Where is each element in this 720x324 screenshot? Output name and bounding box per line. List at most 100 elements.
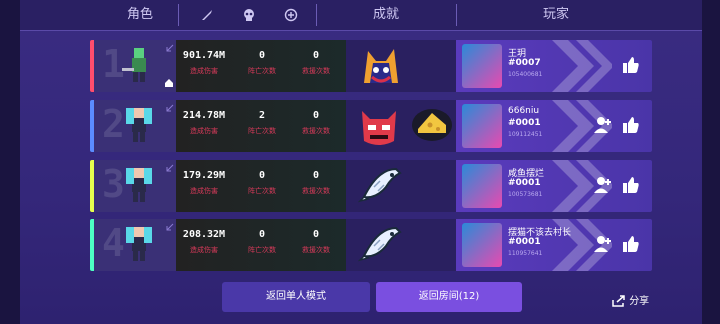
player-result-row: 4 208.32M 造成伤害 0 阵亡次数 0 救援次数 摆猫不该去村长 #0001 110957… [90,219,652,271]
return-single-mode-button[interactable]: 返回单人模式 [222,282,370,312]
avatar[interactable] [462,164,502,208]
devil-badge-icon [362,111,396,145]
plus-circle-icon[interactable] [284,8,298,22]
wolf-badge-icon [364,49,398,83]
stats-panel: 214.78M 造成伤害 2 阵亡次数 0 救援次数 [176,100,346,152]
player-card[interactable]: 王玥 #0007 105400681 [456,40,652,92]
player-uid: 109112451 [508,131,543,138]
add-friend-icon[interactable] [594,235,612,253]
chevron-decoration [552,40,612,92]
achievement-fish-badge[interactable] [357,222,404,266]
rescues-label: 救援次数 [302,187,330,195]
rescues-value: 0 [312,50,320,61]
thumbs-up-icon[interactable] [622,56,640,74]
player-uid: 100573681 [508,191,543,198]
character-portrait[interactable]: 1 [94,40,176,92]
damage-value: 179.29M [182,170,226,181]
thumbs-up-icon[interactable] [622,235,640,253]
achievements-panel [346,219,456,271]
results-header: 角色 成就 玩家 [20,0,702,31]
corner-arrow-icon [166,44,174,52]
damage-label: 造成伤害 [190,127,218,135]
header-player: 玩家 [542,7,569,22]
share-button[interactable]: 分享 [612,292,649,307]
player-name: 666niu [508,106,540,116]
avatar[interactable] [462,104,502,148]
deaths-value: 2 [258,110,266,121]
cheese-badge-icon [412,109,452,141]
header-divider [316,4,317,26]
player-result-row: 3 179.29M 造成伤害 0 阵亡次数 0 救援次数 咸鱼摆烂 #0001 100573681 [90,160,652,212]
header-achievement: 成就 [372,7,399,22]
deaths-label: 阵亡次数 [248,67,276,75]
rescues-label: 救援次数 [302,246,330,254]
player-card[interactable]: 666niu #0001 109112451 [456,100,652,152]
header-role: 角色 [126,7,153,22]
corner-arrow-icon [166,223,174,231]
stats-panel: 901.74M 造成伤害 0 阵亡次数 0 救援次数 [176,40,346,92]
player-tag: #0007 [508,58,541,68]
share-label: 分享 [629,296,650,307]
home-icon [165,79,173,87]
character-sprite-icon [126,227,152,261]
player-result-row: 1 901.74M 造成伤害 0 阵亡次数 0 救援次数 王玥 #0007 105400681 [90,40,652,92]
share-icon [612,295,625,307]
achievements-panel [346,100,456,152]
character-sprite-icon [126,108,152,142]
character-sprite-icon [122,48,146,82]
player-tag: #0001 [508,237,541,247]
return-room-button[interactable]: 返回房间(12) [376,282,522,312]
player-uid: 110957641 [508,250,543,257]
achievement-cheese-badge[interactable] [410,103,454,147]
deaths-label: 阵亡次数 [248,127,276,135]
header-divider [456,4,457,26]
player-tag: #0001 [508,178,541,188]
header-divider [178,4,179,26]
character-portrait[interactable]: 4 [94,219,176,271]
damage-label: 造成伤害 [190,67,218,75]
damage-value: 214.78M [182,110,226,121]
corner-arrow-icon [166,164,174,172]
skull-icon[interactable] [242,8,256,22]
add-friend-icon[interactable] [594,116,612,134]
player-card[interactable]: 咸鱼摆烂 #0001 100573681 [456,160,652,212]
right-edge [702,0,720,324]
fish-badge-icon [357,167,402,203]
achievements-panel [346,160,456,212]
character-portrait[interactable]: 2 [94,100,176,152]
rescues-value: 0 [312,229,320,240]
thumbs-up-icon[interactable] [622,176,640,194]
player-uid: 105400681 [508,71,543,78]
left-edge [0,0,20,324]
damage-value: 208.32M [182,229,226,240]
deaths-label: 阵亡次数 [248,187,276,195]
avatar[interactable] [462,223,502,267]
achievement-wolf-badge[interactable] [358,43,404,92]
stats-panel: 208.32M 造成伤害 0 阵亡次数 0 救援次数 [176,219,346,271]
rescues-label: 救援次数 [302,127,330,135]
achievement-devil-badge[interactable] [358,103,400,152]
rescues-label: 救援次数 [302,67,330,75]
add-friend-icon[interactable] [594,176,612,194]
thumbs-up-icon[interactable] [622,116,640,134]
achievement-fish-badge[interactable] [357,163,404,207]
rescues-value: 0 [312,110,320,121]
fish-badge-icon [357,226,402,262]
achievements-panel [346,40,456,92]
character-sprite-icon [126,168,152,202]
player-tag: #0001 [508,118,541,128]
deaths-value: 0 [258,170,266,181]
deaths-value: 0 [258,50,266,61]
player-card[interactable]: 摆猫不该去村长 #0001 110957641 [456,219,652,271]
character-portrait[interactable]: 3 [94,160,176,212]
corner-arrow-icon [166,104,174,112]
deaths-label: 阵亡次数 [248,246,276,254]
damage-label: 造成伤害 [190,246,218,254]
rescues-value: 0 [312,170,320,181]
damage-label: 造成伤害 [190,187,218,195]
sword-icon[interactable] [200,8,214,22]
deaths-value: 0 [258,229,266,240]
avatar[interactable] [462,44,502,88]
player-result-row: 2 214.78M 造成伤害 2 阵亡次数 0 救援次数 666niu #0001 1091124… [90,100,652,152]
damage-value: 901.74M [182,50,226,61]
